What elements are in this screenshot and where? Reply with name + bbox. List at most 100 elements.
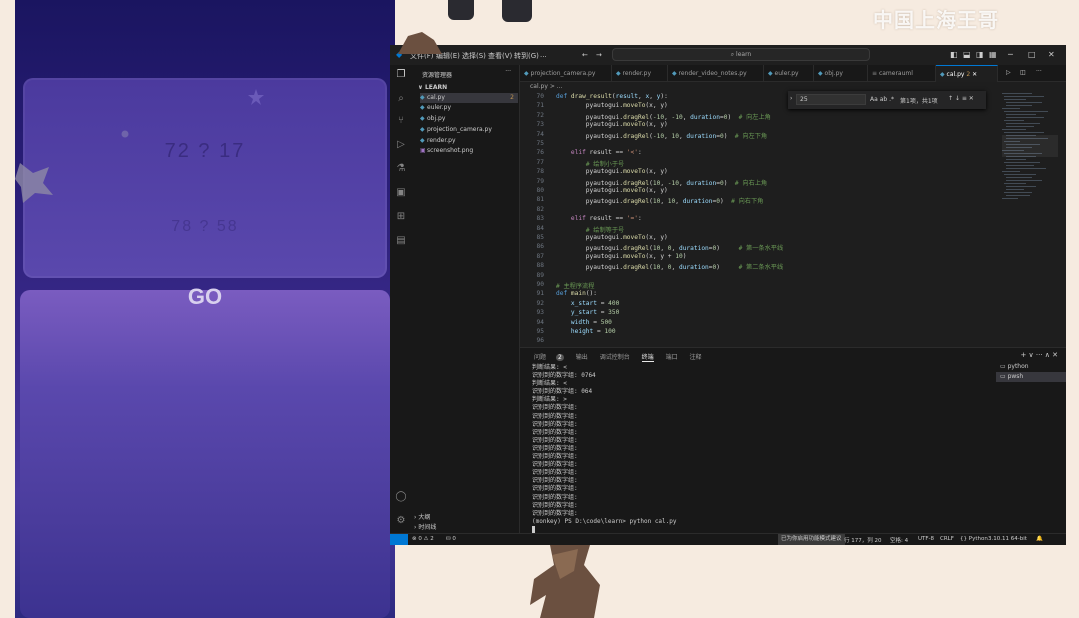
code-line[interactable]: pyautogui.dragRel(-10, -10, duration=0) … (556, 112, 771, 121)
status-interpreter[interactable]: 3.10.11 64-bit (988, 536, 1027, 542)
layout-secondary-icon[interactable]: ◨ (976, 50, 984, 59)
code-line[interactable]: # 绘制等于号 (556, 225, 624, 234)
command-search[interactable]: ⌕ learn (612, 48, 870, 61)
terminal-output[interactable]: 判断结果: < 识别到的数字组: 0764 判断结果: < 识别到的数字组: 064 判… (532, 364, 982, 533)
layout-panel-icon[interactable]: ⬓ (963, 50, 971, 59)
tab-output[interactable]: 输出 (576, 354, 588, 361)
status-ports[interactable]: ⛁ 0 (446, 536, 456, 542)
code-line[interactable]: def draw_result(result, x, y): (556, 93, 668, 100)
editor-tab[interactable]: ◆ render_video_notes.py (668, 65, 764, 82)
editor-tab[interactable]: ◆ obj.py (814, 65, 868, 82)
tab-problems[interactable]: 问题 (534, 354, 546, 361)
minimize-icon[interactable]: ─ (1008, 50, 1013, 59)
run-debug-icon[interactable]: ▷ (395, 139, 407, 151)
outline-section[interactable]: › 大纲 (414, 513, 512, 523)
code-editor[interactable]: 70 def draw_result(result, x, y): 71 pyaut… (520, 91, 1066, 346)
panel-actions-icons[interactable]: + ∨ ··· ∧ ✕ (1020, 351, 1058, 359)
terminal-item[interactable]: ▭ python (996, 362, 1066, 372)
find-nav-icons[interactable]: ↑ ↓ ≡ ✕ (948, 95, 974, 102)
maximize-icon[interactable]: □ (1028, 50, 1036, 59)
files-icon[interactable]: ❐ (395, 69, 407, 81)
tab-ports[interactable]: 端口 (666, 354, 678, 361)
status-position[interactable]: 行 177，列 20 (844, 536, 882, 544)
forward-arrow-icon[interactable]: → (596, 51, 602, 59)
camera-icon[interactable] (448, 0, 474, 20)
editor-more-icon[interactable]: ··· (1036, 68, 1042, 75)
editor-tab[interactable]: ≡ camerauml (868, 65, 936, 82)
menu-selection[interactable]: 选择(S) (462, 51, 486, 61)
code-line[interactable]: width = 500 (556, 319, 612, 326)
code-line[interactable]: pyautogui.dragRel(10, 0, duration=0) # 第… (556, 262, 783, 271)
go-button[interactable]: GO (15, 284, 395, 310)
code-line[interactable]: pyautogui.dragRel(10, 10, duration=0) # … (556, 196, 764, 205)
file-item[interactable]: ◆ render.py (420, 136, 518, 146)
editor-tab-active[interactable]: ◆ cal.py 2 ✕ (936, 65, 998, 82)
remote-indicator[interactable] (390, 534, 408, 545)
code-line[interactable]: y_start = 350 (556, 309, 619, 316)
code-line[interactable]: pyautogui.dragRel(10, -10, duration=0) #… (556, 178, 767, 187)
file-item[interactable]: ▣screenshot.png (420, 146, 518, 156)
find-input[interactable]: 25 (796, 94, 866, 105)
chevron-right-icon[interactable]: › (790, 95, 792, 102)
file-item[interactable]: ◆ euler.py (420, 103, 518, 113)
code-line[interactable]: # 绘制小于号 (556, 159, 624, 168)
editor-tab[interactable]: ◆ euler.py (764, 65, 814, 82)
file-item[interactable]: ◆ cal.py 2 (420, 93, 518, 103)
extensions-icon[interactable]: ⊞ (395, 211, 407, 223)
account-icon[interactable]: ◯ (395, 491, 407, 503)
file-item[interactable]: ◆ obj.py (420, 114, 518, 124)
source-control-icon[interactable]: ⑂ (395, 115, 407, 127)
code-line[interactable]: elif result == '=': (556, 215, 642, 222)
status-problems[interactable]: ⊗ 0 ⚠ 2 (412, 536, 434, 542)
status-mode[interactable]: 已为你启用功能模式建议 (778, 534, 845, 545)
layout-sidebar-icon[interactable]: ◧ (950, 50, 958, 59)
file-item[interactable]: ◆ projection_camera.py (420, 125, 518, 135)
tab-terminal[interactable]: 终端 (641, 354, 654, 362)
terminal-item[interactable]: ▭ pwsh (996, 372, 1066, 382)
bell-icon[interactable]: 🔔 (1036, 536, 1043, 542)
code-line[interactable]: # 主程序流程 (556, 281, 594, 290)
answer-card[interactable] (20, 290, 390, 618)
split-editor-icon[interactable]: ◫ (1020, 69, 1026, 76)
code-line[interactable]: pyautogui.moveTo(x, y + 10) (556, 253, 687, 260)
code-line[interactable]: pyautogui.moveTo(x, y) (556, 187, 668, 194)
code-line[interactable]: pyautogui.moveTo(x, y) (556, 234, 668, 241)
close-icon[interactable]: ✕ (1048, 50, 1055, 59)
menu-go[interactable]: 转到(G) (514, 51, 539, 61)
remote-explorer-icon[interactable]: ▣ (395, 187, 407, 199)
status-language[interactable]: {} Python (960, 536, 988, 542)
minimap[interactable] (1002, 91, 1058, 231)
explorer-section-title[interactable]: ∨ LEARN (418, 84, 447, 91)
gear-icon[interactable]: ⚙ (395, 515, 407, 527)
tab-close-icon[interactable]: ✕ (972, 71, 977, 78)
status-spaces[interactable]: 空格: 4 (890, 536, 908, 544)
breadcrumb[interactable]: cal.py > ... (530, 83, 562, 90)
code-line[interactable]: def main(): (556, 290, 597, 297)
code-line[interactable]: pyautogui.dragRel(10, 0, duration=0) # 第… (556, 243, 783, 252)
menu-view[interactable]: 查看(V) (488, 51, 512, 61)
layout-custom-icon[interactable]: ▦ (989, 50, 997, 59)
code-line[interactable]: pyautogui.moveTo(x, y) (556, 102, 668, 109)
code-line[interactable]: pyautogui.dragRel(-10, 10, duration=0) #… (556, 131, 767, 140)
code-line[interactable]: height = 100 (556, 328, 616, 335)
back-arrow-icon[interactable]: ← (582, 51, 588, 59)
menu-more[interactable]: ... (540, 51, 547, 59)
code-line[interactable]: x_start = 400 (556, 300, 619, 307)
testing-icon[interactable]: ⚗ (395, 163, 407, 175)
status-eol[interactable]: CRLF (940, 536, 954, 542)
status-encoding[interactable]: UTF-8 (918, 536, 934, 542)
chat-icon[interactable]: ▤ (395, 235, 407, 247)
code-line[interactable]: pyautogui.moveTo(x, y) (556, 121, 668, 128)
run-icon[interactable]: ▷ (1006, 69, 1011, 76)
more-actions-icon[interactable]: ··· (505, 68, 511, 75)
window-icon[interactable] (502, 0, 532, 22)
tab-comments[interactable]: 注释 (690, 354, 702, 361)
code-line[interactable]: pyautogui.moveTo(x, y) (556, 168, 668, 175)
editor-tab[interactable]: ◆ render.py (612, 65, 668, 82)
search-icon[interactable]: ⌕ (395, 93, 407, 105)
tab-debug-console[interactable]: 调试控制台 (600, 354, 630, 361)
timeline-section[interactable]: › 时间线 (414, 523, 512, 533)
find-options-icon[interactable]: Aa ab .* (870, 96, 894, 103)
editor-tab[interactable]: ◆ projection_camera.py (520, 65, 612, 82)
code-line[interactable]: elif result == '<': (556, 149, 642, 156)
